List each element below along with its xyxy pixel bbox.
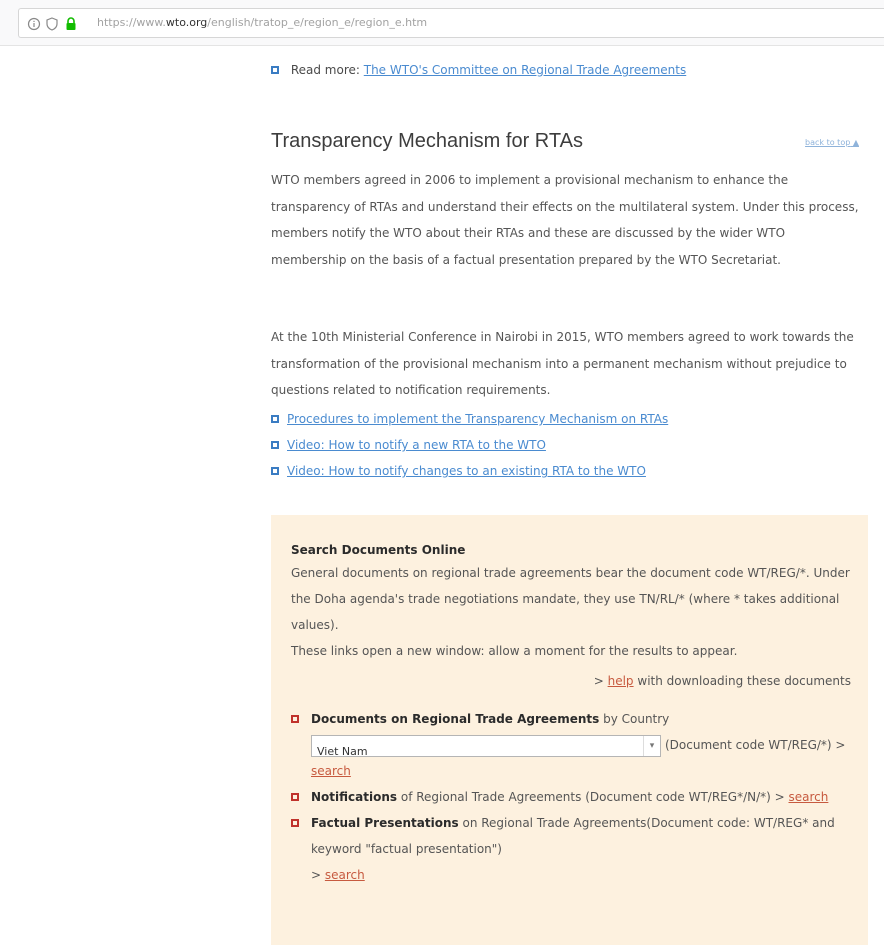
section-title: Transparency Mechanism for RTAs	[271, 130, 583, 152]
square-bullet-icon	[291, 819, 299, 827]
back-to-top-label: back to top	[805, 138, 851, 147]
rta-item-title: Documents on Regional Trade Agreements	[311, 712, 600, 726]
rta-by-country-item: Documents on Regional Trade Agreements b…	[291, 706, 851, 784]
url-prefix: https://www.	[97, 16, 166, 29]
help-suffix: with downloading these documents	[633, 674, 851, 688]
search-prefix: >	[311, 868, 325, 882]
address-bar[interactable]: https://www.wto.org/english/tratop_e/reg…	[18, 8, 884, 38]
notifications-search-link[interactable]: search	[789, 790, 829, 804]
square-bullet-icon	[271, 65, 279, 74]
url-text[interactable]: https://www.wto.org/english/tratop_e/reg…	[97, 16, 427, 29]
link-item: Video: How to notify changes to an exist…	[271, 458, 668, 484]
notifications-suffix: of Regional Trade Agreements (Document c…	[397, 790, 771, 804]
rta-item-suffix: by Country	[599, 712, 670, 726]
info-icon[interactable]	[27, 17, 41, 31]
factual-search-link[interactable]: search	[325, 868, 365, 882]
shield-icon[interactable]	[45, 17, 59, 31]
notifications-title: Notifications	[311, 790, 398, 804]
link-item: Video: How to notify a new RTA to the WT…	[271, 432, 668, 458]
read-more-row: Read more: The WTO's Committee on Region…	[271, 63, 686, 77]
video-changes-rta-link[interactable]: Video: How to notify changes to an exist…	[287, 464, 646, 478]
paragraph-nairobi: At the 10th Ministerial Conference in Na…	[271, 330, 854, 397]
country-select-value: Viet Nam	[317, 744, 368, 758]
link-item: Procedures to implement the Transparency…	[271, 406, 668, 432]
procedures-link[interactable]: Procedures to implement the Transparency…	[287, 412, 668, 426]
rta-search-link[interactable]: search	[311, 764, 351, 778]
search-documents-panel: Search Documents Online General document…	[271, 515, 868, 945]
panel-title: Search Documents Online	[291, 543, 466, 557]
notifications-item: Notifications of Regional Trade Agreemen…	[291, 784, 851, 810]
square-bullet-icon	[291, 715, 299, 723]
read-more-label: Read more:	[290, 63, 360, 77]
url-path: /english/tratop_e/region_e/region_e.htm	[207, 16, 428, 29]
square-bullet-icon	[291, 793, 299, 801]
factual-title: Factual Presentations	[311, 816, 459, 830]
square-bullet-icon	[271, 440, 279, 449]
country-select[interactable]: Viet Nam ▾	[311, 734, 661, 758]
square-bullet-icon	[271, 414, 279, 423]
video-new-rta-link[interactable]: Video: How to notify a new RTA to the WT…	[287, 438, 546, 452]
lock-icon[interactable]	[64, 16, 78, 31]
committee-rta-link[interactable]: The WTO's Committee on Regional Trade Ag…	[364, 63, 686, 77]
paragraph-transparency: WTO members agreed in 2006 to implement …	[271, 173, 859, 267]
url-domain: wto.org	[165, 16, 208, 29]
panel-note: These links open a new window: allow a m…	[291, 644, 738, 658]
help-link[interactable]: help	[608, 674, 634, 688]
panel-description: General documents on regional trade agre…	[291, 566, 850, 632]
factual-presentations-item: Factual Presentations on Regional Trade …	[291, 810, 851, 888]
help-prefix: >	[593, 674, 608, 688]
chevron-down-icon[interactable]: ▾	[643, 735, 660, 756]
square-bullet-icon	[271, 466, 279, 475]
search-prefix: >	[831, 738, 846, 752]
rta-document-code: (Document code WT/REG/*)	[665, 738, 832, 752]
help-line: > help with downloading these documents	[291, 668, 851, 694]
back-to-top-link[interactable]: back to top ▲	[805, 138, 859, 147]
resource-links: Procedures to implement the Transparency…	[271, 406, 668, 484]
browser-toolbar: https://www.wto.org/english/tratop_e/reg…	[0, 0, 884, 46]
search-prefix: >	[770, 790, 789, 804]
